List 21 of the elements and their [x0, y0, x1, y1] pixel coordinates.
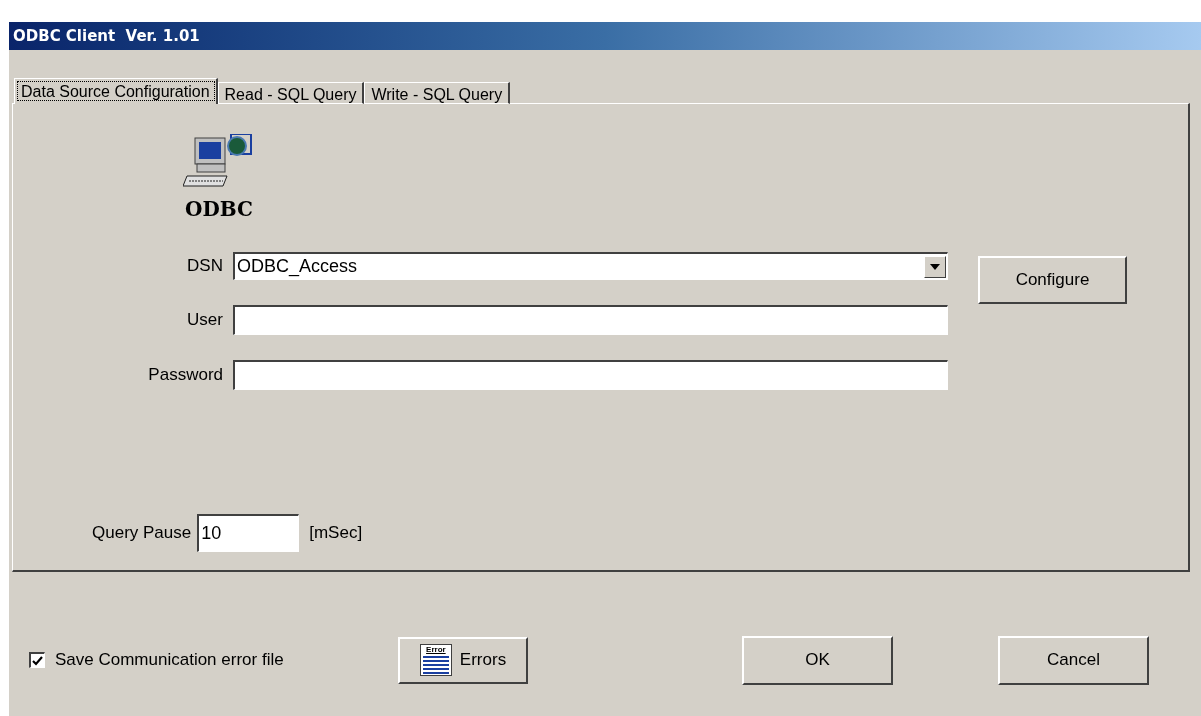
tab[interactable]: Write - SQL Query [364, 82, 511, 104]
unit-label: [mSec] [309, 522, 363, 545]
window-title: ODBC Client Ver. 1.01 [13, 25, 200, 47]
configure-button[interactable]: Configure [978, 256, 1127, 304]
icon-label: Error [426, 645, 446, 655]
query-pause-field[interactable]: 10 [197, 514, 300, 552]
tab[interactable]: Read - SQL Query [217, 82, 365, 104]
input-field[interactable] [233, 360, 948, 390]
tab[interactable]: Data Source Configuration [14, 78, 218, 104]
field-label: User [186, 309, 223, 332]
checkbox-label: Save Communication error file [55, 649, 284, 672]
logo-caption: ODBC [185, 196, 253, 223]
field-label: DSN [186, 255, 223, 278]
field-label: Password [147, 364, 223, 387]
field-label: Query Pause [92, 522, 192, 545]
input-field[interactable] [233, 305, 948, 335]
dsn-dropdown[interactable]: ODBC_Access [233, 252, 948, 280]
ok-button[interactable]: OK [742, 635, 893, 685]
cancel-button[interactable]: Cancel [998, 635, 1149, 685]
checkbox[interactable] [29, 652, 45, 668]
errors-button[interactable]: Error Errors [398, 636, 528, 684]
